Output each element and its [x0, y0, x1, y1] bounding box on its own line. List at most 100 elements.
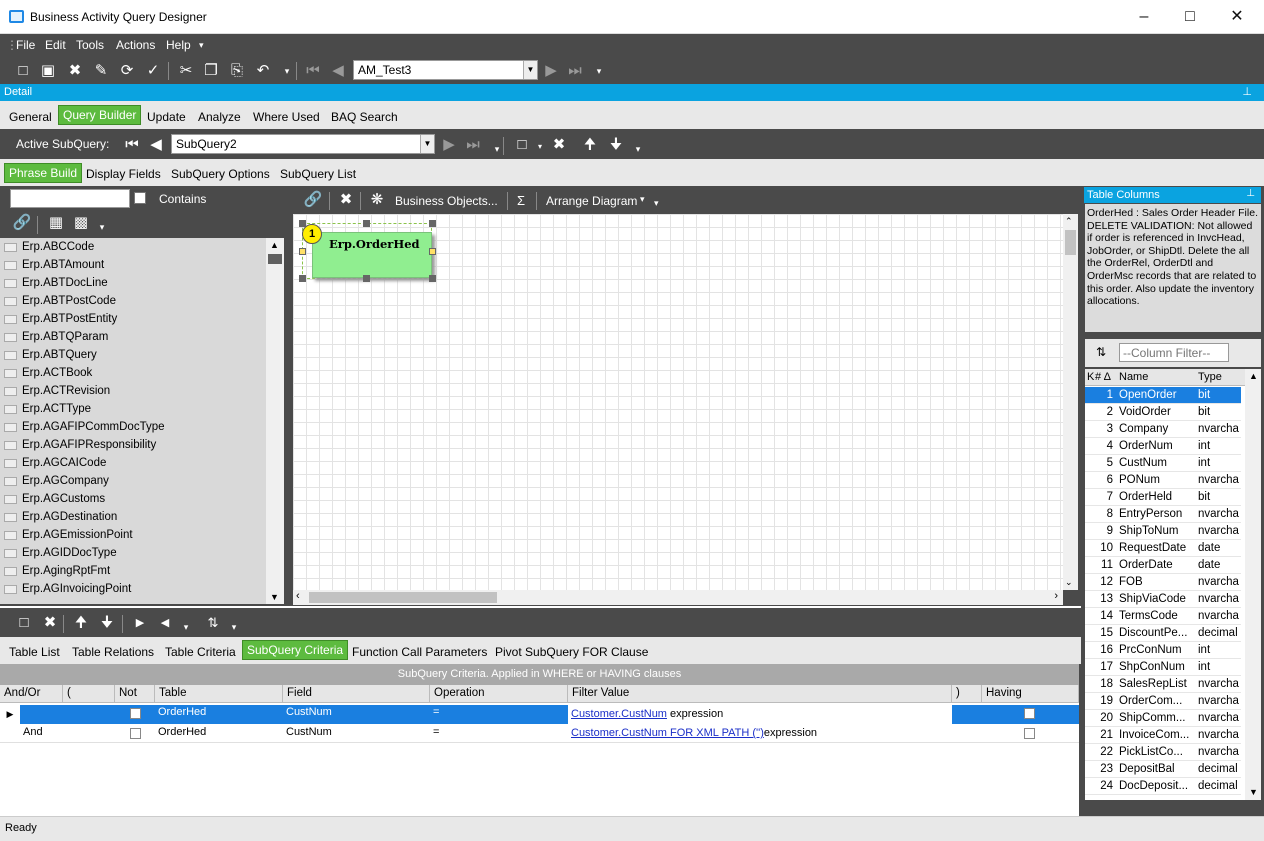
link-icon[interactable]: 🔗 [12, 213, 32, 233]
column-row[interactable]: 8 EntryPerson nvarcha [1085, 506, 1241, 523]
col-having[interactable]: Having [982, 685, 1079, 702]
tab-update[interactable]: Update [147, 110, 186, 124]
arrange-diagram-button[interactable]: Arrange Diagram [546, 194, 637, 208]
table-list-item[interactable]: Erp.ABTPostCode [0, 292, 266, 310]
column-row[interactable]: 16 PrcConNum int [1085, 642, 1241, 659]
business-objects-icon[interactable]: ❋ [367, 190, 387, 210]
table-list-item[interactable]: Erp.ABTAmount [0, 256, 266, 274]
and-or-cell[interactable]: And [20, 726, 62, 738]
table-list-item[interactable]: Erp.AGAFIPCommDocType [0, 418, 266, 436]
prev-record-icon[interactable]: ◀ [328, 61, 348, 81]
move-down-icon[interactable]: 🠋 [97, 613, 117, 633]
save-icon[interactable]: ▣ [38, 61, 58, 81]
table-list-item[interactable]: Erp.AGCAICode [0, 454, 266, 472]
tab-table-relations[interactable]: Table Relations [72, 645, 154, 659]
tab-pivot-subquery[interactable]: Pivot SubQuery FOR Clause [495, 645, 648, 659]
resize-handle[interactable] [363, 220, 370, 227]
new-icon[interactable]: □ [13, 61, 33, 81]
table-list-item[interactable]: Erp.ABTDocLine [0, 274, 266, 292]
menu-actions[interactable]: Actions [116, 38, 155, 52]
toolbar-overflow-icon[interactable]: ▾ [277, 61, 297, 81]
table-grid-icon[interactable]: ▦ [46, 213, 66, 233]
table-cell[interactable]: OrderHed [155, 726, 283, 738]
menu-overflow-icon[interactable]: ▾ [199, 40, 204, 51]
first-subquery-icon[interactable]: ⏮ [122, 135, 142, 155]
table-view-icon[interactable]: ▩ [71, 213, 91, 233]
last-subquery-icon[interactable]: ⏭ [463, 135, 483, 155]
delete-table-icon[interactable]: ✖ [336, 190, 356, 210]
tab-query-builder[interactable]: Query Builder [58, 105, 142, 125]
table-list-item[interactable]: Erp.AGInvoicingPoint [0, 580, 266, 598]
pin-icon[interactable]: ⊥ [1246, 188, 1255, 199]
col-operation[interactable]: Operation [430, 685, 568, 702]
table-list-item[interactable]: Erp.AgingRptFmt [0, 562, 266, 580]
filter-value-link[interactable]: Customer.CustNum [571, 708, 667, 720]
subquery-nav-overflow-icon[interactable]: ▾ [487, 139, 507, 159]
column-row[interactable]: 12 FOB nvarcha [1085, 574, 1241, 591]
sigma-button[interactable]: Σ [517, 193, 525, 208]
tab-where-used[interactable]: Where Used [253, 110, 320, 124]
table-list-item[interactable]: Erp.ABTQParam [0, 328, 266, 346]
close-window-button[interactable]: ✕ [1225, 6, 1249, 28]
minimize-button[interactable]: – [1132, 6, 1156, 28]
indent-right-icon[interactable]: ▶ [130, 613, 150, 633]
filter-value-cell[interactable]: Customer.CustNum expression [568, 705, 952, 724]
refresh-icon[interactable]: ⟳ [117, 61, 137, 81]
last-record-icon[interactable]: ⏭ [565, 61, 585, 81]
tab-display-fields[interactable]: Display Fields [86, 167, 161, 181]
move-up-icon[interactable]: 🠉 [580, 135, 600, 155]
table-list-item[interactable]: Erp.AGIDDocType [0, 544, 266, 562]
filter-value-link[interactable]: Customer.CustNum FOR XML PATH ('') [571, 727, 764, 739]
having-checkbox[interactable] [1024, 728, 1035, 742]
tab-table-criteria[interactable]: Table Criteria [165, 645, 236, 659]
table-list-item[interactable]: Erp.ACTType [0, 400, 266, 418]
column-row[interactable]: 9 ShipToNum nvarcha [1085, 523, 1241, 540]
sort-az-icon[interactable]: ⇅ [203, 613, 223, 633]
business-objects-button[interactable]: Business Objects... [395, 194, 498, 208]
operation-cell[interactable]: = [430, 726, 568, 738]
tab-function-call-parameters[interactable]: Function Call Parameters [352, 645, 487, 659]
tab-subquery-options[interactable]: SubQuery Options [171, 167, 270, 181]
scroll-down-icon[interactable]: ▼ [1249, 787, 1258, 797]
menu-file[interactable]: File [16, 38, 35, 52]
col-field[interactable]: Field [283, 685, 430, 702]
table-list-item[interactable]: Erp.AGEmissionPoint [0, 526, 266, 544]
column-row[interactable]: 2 VoidOrder bit [1085, 404, 1241, 421]
scroll-down-icon[interactable]: ▼ [270, 592, 279, 602]
col-and-or[interactable]: And/Or [0, 685, 63, 702]
table-search-input[interactable] [10, 189, 130, 208]
criteria-row[interactable]: ▶ OrderHed CustNum = Customer.CustNum ex… [0, 705, 1079, 724]
first-record-icon[interactable]: ⏮ [303, 61, 323, 81]
having-checkbox[interactable] [1024, 708, 1035, 722]
column-row[interactable]: 21 InvoiceCom... nvarcha [1085, 727, 1241, 744]
col-filter-value[interactable]: Filter Value [568, 685, 952, 702]
delete-subquery-icon[interactable]: ✖ [549, 135, 569, 155]
table-node-orderhed[interactable]: Erp.OrderHed [312, 232, 432, 278]
scroll-thumb[interactable] [268, 254, 282, 264]
table-list-scrollbar[interactable]: ▲ ▼ [266, 238, 284, 604]
diagram-vscroll[interactable]: ⌃ ⌄ [1063, 214, 1078, 590]
column-row[interactable]: 10 RequestDate date [1085, 540, 1241, 557]
table-list-item[interactable]: Erp.AGCompany [0, 472, 266, 490]
table-list-item[interactable]: Erp.AGCustoms [0, 490, 266, 508]
diagram-tools-overflow-icon[interactable]: ▾ [654, 198, 659, 209]
table-list-item[interactable]: Erp.ACTBook [0, 364, 266, 382]
criteria-tools-overflow-icon[interactable]: ▾ [224, 617, 244, 637]
column-row[interactable]: 20 ShipComm... nvarcha [1085, 710, 1241, 727]
table-list-item[interactable]: Erp.ACTRevision [0, 382, 266, 400]
maximize-button[interactable]: □ [1178, 6, 1202, 28]
menu-edit[interactable]: Edit [45, 38, 66, 52]
menu-tools[interactable]: Tools [76, 38, 104, 52]
and-or-cell[interactable] [20, 706, 62, 723]
table-cell[interactable]: OrderHed [155, 706, 283, 718]
column-row[interactable]: 4 OrderNum int [1085, 438, 1241, 455]
new-subquery-dropdown-icon[interactable]: ▾ [530, 137, 550, 157]
table-list-item[interactable]: Erp.AGAFIPResponsibility [0, 436, 266, 454]
tab-subquery-list[interactable]: SubQuery List [280, 167, 356, 181]
criteria-nav-overflow-icon[interactable]: ▾ [176, 617, 196, 637]
nav-overflow-icon[interactable]: ▾ [589, 61, 609, 81]
resize-handle[interactable] [363, 275, 370, 282]
contains-checkbox[interactable] [134, 192, 146, 204]
column-row[interactable]: 1 OpenOrder bit [1085, 387, 1241, 404]
field-cell[interactable]: CustNum [283, 726, 430, 738]
